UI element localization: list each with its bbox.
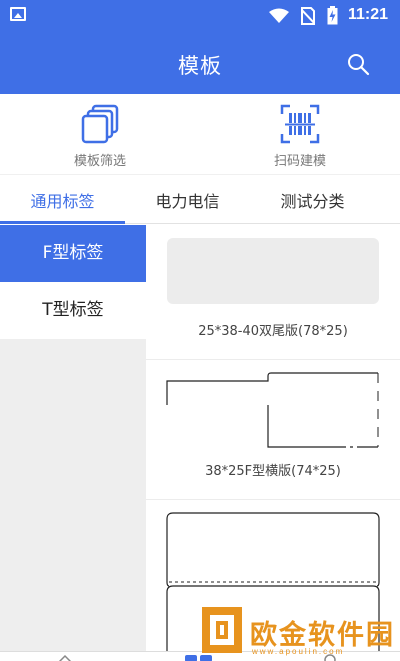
search-icon[interactable] [346, 52, 370, 76]
home-icon[interactable] [58, 654, 72, 661]
template-caption: 25*38-40双尾版(78*25) [198, 324, 348, 339]
template-preview [167, 238, 379, 304]
status-bar: 11:21 [0, 0, 400, 30]
tab-power-telecom[interactable]: 电力电信 [125, 188, 250, 212]
scan-create-button[interactable]: 扫码建模 [240, 102, 360, 169]
image-icon [10, 7, 26, 21]
watermark-logo-icon [202, 607, 242, 653]
tab-general-labels[interactable]: 通用标签 [0, 188, 125, 212]
wifi-icon [269, 8, 289, 23]
battery-charging-icon [327, 6, 338, 25]
copy-stack-icon [81, 104, 119, 144]
sidebar-item-f-label[interactable]: F型标签 [0, 225, 146, 282]
template-card[interactable]: 38*25F型横版(74*25) [146, 360, 400, 500]
watermark-url: www.apoulin.com [252, 647, 345, 656]
tab-test-category[interactable]: 测试分类 [250, 188, 375, 212]
app-bar: 模板 [0, 30, 400, 94]
scan-create-label: 扫码建模 [273, 154, 326, 169]
template-filter-label: 模板筛选 [73, 154, 126, 169]
scan-barcode-icon [280, 104, 320, 144]
template-caption: 38*25F型横版(74*25) [205, 464, 341, 479]
template-card[interactable]: 25*38-40双尾版(78*25) [146, 225, 400, 360]
no-sim-icon [301, 6, 315, 25]
watermark: 欧金软件园 www.apoulin.com [200, 605, 400, 661]
sidebar: F型标签 T型标签 [0, 225, 146, 651]
quick-actions: 模板筛选 扫码建模 [0, 94, 400, 174]
template-filter-button[interactable]: 模板筛选 [40, 102, 160, 169]
sidebar-item-t-label[interactable]: T型标签 [0, 282, 146, 339]
status-icons [269, 6, 338, 25]
active-tab-indicator [0, 221, 125, 224]
page-title: 模板 [178, 54, 222, 78]
template-list: 25*38-40双尾版(78*25) 38*25F型横版(74*25) [146, 225, 400, 651]
category-tabs: 通用标签 电力电信 测试分类 [0, 174, 400, 224]
status-time: 11:21 [347, 6, 388, 23]
template-preview [166, 372, 379, 448]
